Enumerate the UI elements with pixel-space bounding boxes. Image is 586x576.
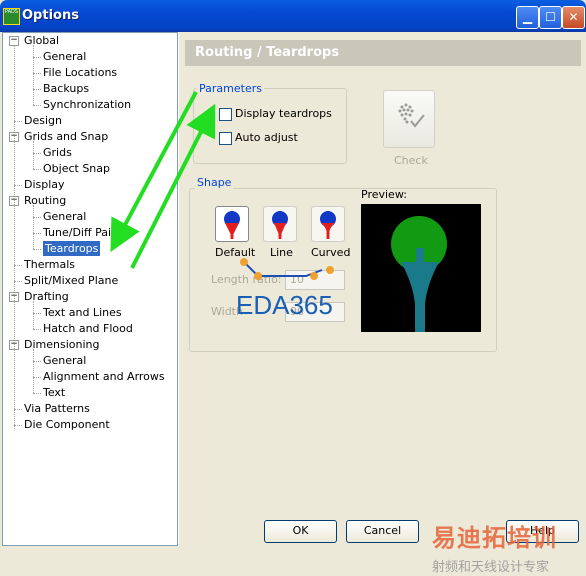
tree-item-text-and-lines[interactable]: Text and Lines <box>43 305 122 320</box>
tree-root-line <box>14 45 15 429</box>
close-button[interactable]: ✕ <box>562 6 585 29</box>
tree-connector <box>14 185 22 186</box>
display-teardrops-label: Display teardrops <box>235 107 332 120</box>
length-ratio-value: 10 <box>290 273 304 286</box>
parameters-group <box>193 88 347 164</box>
parameters-legend: Parameters <box>197 82 264 95</box>
teardrop-line-icon <box>272 211 288 239</box>
tree-item-global[interactable]: Global <box>24 33 59 48</box>
cancel-button[interactable]: Cancel <box>346 520 419 543</box>
tree-item-general[interactable]: General <box>43 353 86 368</box>
tree-connector <box>33 153 41 154</box>
length-ratio-label: Length ratio: <box>211 273 282 286</box>
shape-line-button[interactable] <box>263 206 297 242</box>
tree-connector <box>33 217 41 218</box>
tree-item-via-patterns[interactable]: Via Patterns <box>24 401 90 416</box>
tree-item-general[interactable]: General <box>43 209 86 224</box>
tree-item-drafting[interactable]: Drafting <box>24 289 69 304</box>
tree-connector <box>14 281 22 282</box>
tree-connector <box>33 329 41 330</box>
tree-item-dimensioning[interactable]: Dimensioning <box>24 337 99 352</box>
tree-connector <box>33 73 41 74</box>
length-ratio-stepper[interactable]: 10 <box>285 270 345 290</box>
tree-item-text[interactable]: Text <box>43 385 65 400</box>
tree-item-file-locations[interactable]: File Locations <box>43 65 117 80</box>
watermark-title: 易迪拓培训 <box>432 524 557 552</box>
tree-connector <box>33 361 41 362</box>
shape-curved-button[interactable] <box>311 206 345 242</box>
tree-connector <box>33 393 41 394</box>
tree-connector <box>33 57 41 58</box>
tree-item-object-snap[interactable]: Object Snap <box>43 161 110 176</box>
tree-connector <box>33 313 41 314</box>
teardrop-default-icon <box>224 211 240 239</box>
tree-item-grids-and-snap[interactable]: Grids and Snap <box>24 129 108 144</box>
tree-item-thermals[interactable]: Thermals <box>24 257 75 272</box>
tree-connector <box>14 265 22 266</box>
tree-connector <box>14 409 22 410</box>
tree-connector <box>33 169 41 170</box>
tree-item-display[interactable]: Display <box>24 177 65 192</box>
check-label: Check <box>394 154 428 167</box>
tree-item-die-component[interactable]: Die Component <box>24 417 110 432</box>
ok-button[interactable]: OK <box>264 520 337 543</box>
teardrop-curved-icon <box>320 211 336 239</box>
preview-graphic <box>391 216 447 332</box>
preview-label: Preview: <box>361 188 407 201</box>
shape-line-label: Line <box>270 246 293 259</box>
shape-legend: Shape <box>195 176 234 189</box>
display-teardrops-checkbox[interactable] <box>219 108 232 121</box>
shape-default-button[interactable] <box>215 206 249 242</box>
teardrop-preview <box>361 204 481 332</box>
tree-connector <box>33 233 41 234</box>
check-button[interactable] <box>383 90 435 148</box>
tree-item-grids[interactable]: Grids <box>43 145 72 160</box>
tree-connector <box>33 377 41 378</box>
tree-connector <box>33 105 41 106</box>
shape-curved-label: Curved <box>311 246 351 259</box>
options-tree[interactable]: Global − General File Locations Backups Synch… <box>2 32 178 546</box>
auto-adjust-label: Auto adjust <box>235 131 298 144</box>
tree-connector <box>14 121 22 122</box>
tree-item-alignment-and-arrows[interactable]: Alignment and Arrows <box>43 369 165 384</box>
pads-app-icon: PADS <box>3 8 20 25</box>
tree-branch-line <box>33 301 34 329</box>
title-bar[interactable]: PADS Options ▁ ☐ ✕ <box>0 0 586 32</box>
tree-item-general[interactable]: General <box>43 49 86 64</box>
tree-branch-line <box>33 45 34 105</box>
eda365-logo: EDA365 <box>236 290 333 320</box>
tree-item-synchronization[interactable]: Synchronization <box>43 97 131 112</box>
tree-connector <box>14 425 22 426</box>
tree-item-routing[interactable]: Routing <box>24 193 66 208</box>
tree-branch-line <box>33 141 34 169</box>
tree-connector <box>33 249 41 250</box>
tree-connector <box>33 89 41 90</box>
check-icon <box>398 103 425 128</box>
options-panel: Routing / Teardrops Parameters Display t… <box>178 32 585 544</box>
tree-branch-line <box>33 349 34 393</box>
minimize-button[interactable]: ▁ <box>516 6 539 29</box>
auto-adjust-checkbox[interactable] <box>219 132 232 145</box>
page-title: Routing / Teardrops <box>195 45 340 60</box>
tree-item-design[interactable]: Design <box>24 113 62 128</box>
tree-item-hatch-and-flood[interactable]: Hatch and Flood <box>43 321 133 336</box>
maximize-button[interactable]: ☐ <box>539 6 562 29</box>
shape-default-label: Default <box>215 246 256 259</box>
tree-item-split-mixed-plane[interactable]: Split/Mixed Plane <box>24 273 118 288</box>
tree-item-tune-diff-pairs[interactable]: Tune/Diff Pairs <box>43 225 121 240</box>
tree-item-teardrops[interactable]: Teardrops <box>43 241 101 256</box>
panel-header: Routing / Teardrops <box>185 40 581 66</box>
tree-branch-line <box>33 205 34 249</box>
watermark-subtitle: 射频和天线设计专家 <box>432 560 550 575</box>
tree-item-backups[interactable]: Backups <box>43 81 89 96</box>
window-title: Options <box>22 8 79 23</box>
